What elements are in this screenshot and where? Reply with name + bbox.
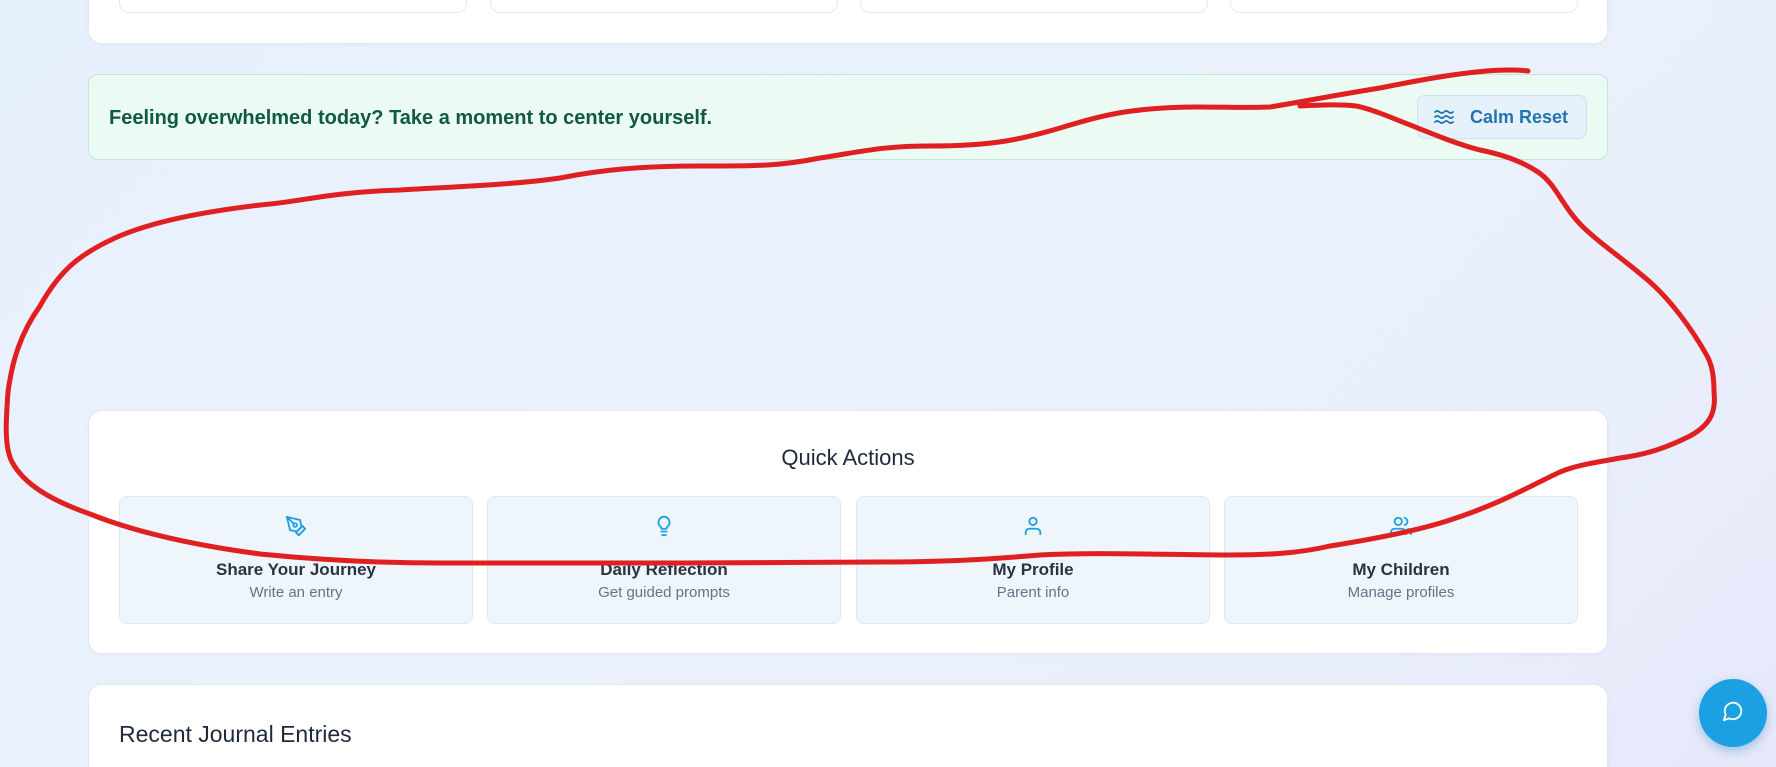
quick-action-share-journey[interactable]: Share Your Journey Write an entry xyxy=(119,496,473,624)
quick-actions-card: Quick Actions Share Your Journey Write a… xyxy=(88,410,1608,654)
stats-tile xyxy=(490,0,838,13)
stats-tile xyxy=(1230,0,1578,13)
stats-tile xyxy=(119,0,467,13)
recent-entries-title: Recent Journal Entries xyxy=(119,721,352,747)
quick-action-sub: Manage profiles xyxy=(1347,584,1455,601)
stats-card xyxy=(88,0,1608,44)
stats-tile xyxy=(860,0,1208,13)
quick-action-my-profile[interactable]: My Profile Parent info xyxy=(856,496,1210,624)
quick-action-sub: Parent info xyxy=(996,584,1070,601)
calm-banner: Feeling overwhelmed today? Take a moment… xyxy=(88,74,1608,160)
quick-action-sub: Get guided prompts xyxy=(598,584,730,601)
message-circle-icon xyxy=(1722,700,1744,727)
quick-action-label: Share Your Journey xyxy=(216,560,376,579)
user-icon xyxy=(857,515,1209,541)
quick-action-sub: Write an entry xyxy=(249,584,343,601)
quick-action-label: My Children xyxy=(1352,560,1450,579)
quick-action-daily-reflection[interactable]: Daily Reflection Get guided prompts xyxy=(487,496,841,624)
chat-button[interactable] xyxy=(1699,679,1767,747)
calm-reset-label: Calm Reset xyxy=(1469,106,1568,127)
recent-entries-card: Recent Journal Entries xyxy=(88,684,1608,767)
quick-action-label: My Profile xyxy=(992,560,1074,579)
pen-tool-icon xyxy=(120,515,472,541)
waves-icon xyxy=(1434,109,1454,125)
lightbulb-icon xyxy=(488,515,840,541)
quick-actions-title: Quick Actions xyxy=(781,445,915,470)
quick-action-my-children[interactable]: My Children Manage profiles xyxy=(1224,496,1578,624)
quick-action-label: Daily Reflection xyxy=(600,560,728,579)
calm-reset-button[interactable]: Calm Reset xyxy=(1416,95,1587,139)
calm-message: Feeling overwhelmed today? Take a moment… xyxy=(109,107,713,129)
users-icon xyxy=(1225,515,1577,541)
